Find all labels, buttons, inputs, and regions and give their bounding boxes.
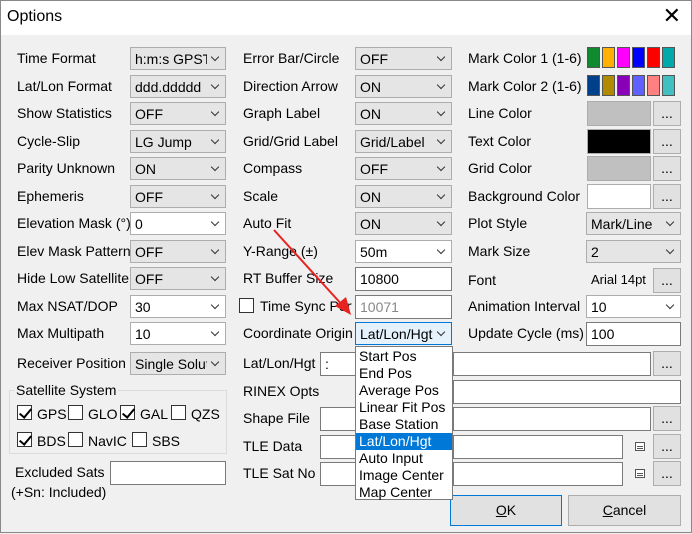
annotation-arrow-icon (273, 229, 351, 315)
options-dialog: Options ✕ Time Format h:m:s GPST Lat/Lon… (0, 0, 692, 533)
